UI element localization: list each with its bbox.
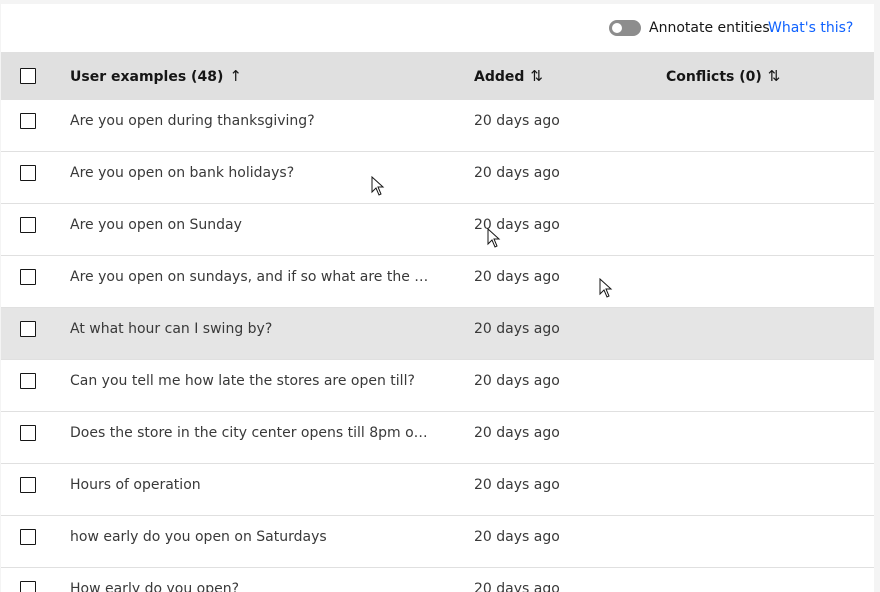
table-row-hovered[interactable]: At what hour can I swing by? 20 days ago <box>1 308 874 360</box>
table-row[interactable]: Does the store in the city center opens … <box>1 412 874 464</box>
column-header-label: Added <box>474 69 525 85</box>
table-header: User examples (48) ↑ Added ⇅ Conflicts (0)… <box>1 52 874 100</box>
row-checkbox[interactable] <box>20 529 36 545</box>
added-date: 20 days ago <box>474 529 560 545</box>
added-date: 20 days ago <box>474 425 560 441</box>
row-checkbox[interactable] <box>20 165 36 181</box>
mouse-pointer-icon <box>487 228 501 248</box>
table-row[interactable]: Are you open on bank holidays? 20 days a… <box>1 152 874 204</box>
example-text[interactable]: Does the store in the city center opens … <box>70 412 432 463</box>
example-text[interactable]: Can you tell me how late the stores are … <box>70 360 432 411</box>
table-row[interactable]: Are you open on Sunday 20 days ago <box>1 204 874 256</box>
added-date: 20 days ago <box>474 477 560 493</box>
row-checkbox[interactable] <box>20 373 36 389</box>
example-text[interactable]: At what hour can I swing by? <box>70 308 432 359</box>
added-date: 20 days ago <box>474 373 560 389</box>
example-text[interactable]: How early do you open? <box>70 568 432 592</box>
added-date: 20 days ago <box>474 581 560 592</box>
column-header-conflicts[interactable]: Conflicts (0) ⇅ <box>666 52 780 100</box>
table-row[interactable]: How early do you open? 20 days ago <box>1 568 874 592</box>
column-header-user-examples[interactable]: User examples (48) ↑ <box>70 52 242 100</box>
user-examples-panel: Annotate entities What's this? User exam… <box>1 4 874 592</box>
toggle-knob <box>612 23 622 33</box>
table-body: Are you open during thanksgiving? 20 day… <box>1 100 874 592</box>
row-checkbox[interactable] <box>20 113 36 129</box>
table-row[interactable]: how early do you open on Saturdays 20 da… <box>1 516 874 568</box>
mouse-pointer-icon <box>371 176 385 196</box>
example-text[interactable]: how early do you open on Saturdays <box>70 516 432 567</box>
column-header-added[interactable]: Added ⇅ <box>474 52 543 100</box>
table-row[interactable]: Hours of operation 20 days ago <box>1 464 874 516</box>
row-checkbox[interactable] <box>20 581 36 592</box>
row-checkbox[interactable] <box>20 269 36 285</box>
table-row[interactable]: Are you open on sundays, and if so what … <box>1 256 874 308</box>
sort-icon[interactable]: ⇅ <box>768 67 781 85</box>
example-text[interactable]: Are you open on sundays, and if so what … <box>70 256 432 307</box>
sort-icon[interactable]: ⇅ <box>530 67 543 85</box>
example-text[interactable]: Are you open on Sunday <box>70 204 432 255</box>
example-text[interactable]: Hours of operation <box>70 464 432 515</box>
added-date: 20 days ago <box>474 321 560 337</box>
row-checkbox[interactable] <box>20 321 36 337</box>
table-toolbar: Annotate entities What's this? <box>1 4 874 52</box>
table-row[interactable]: Are you open during thanksgiving? 20 day… <box>1 100 874 152</box>
annotate-entities-label: Annotate entities <box>649 20 770 36</box>
select-all-checkbox[interactable] <box>20 68 36 84</box>
row-checkbox[interactable] <box>20 425 36 441</box>
column-header-label: User examples (48) <box>70 69 224 85</box>
row-checkbox[interactable] <box>20 477 36 493</box>
table-row[interactable]: Can you tell me how late the stores are … <box>1 360 874 412</box>
example-text[interactable]: Are you open during thanksgiving? <box>70 100 432 151</box>
whats-this-link[interactable]: What's this? <box>768 19 853 37</box>
column-header-label: Conflicts (0) <box>666 69 762 85</box>
annotate-entities-toggle[interactable] <box>609 20 641 36</box>
mouse-pointer-icon <box>599 278 613 298</box>
row-checkbox[interactable] <box>20 217 36 233</box>
added-date: 20 days ago <box>474 165 560 181</box>
added-date: 20 days ago <box>474 269 560 285</box>
added-date: 20 days ago <box>474 113 560 129</box>
sort-ascending-icon[interactable]: ↑ <box>229 67 242 85</box>
